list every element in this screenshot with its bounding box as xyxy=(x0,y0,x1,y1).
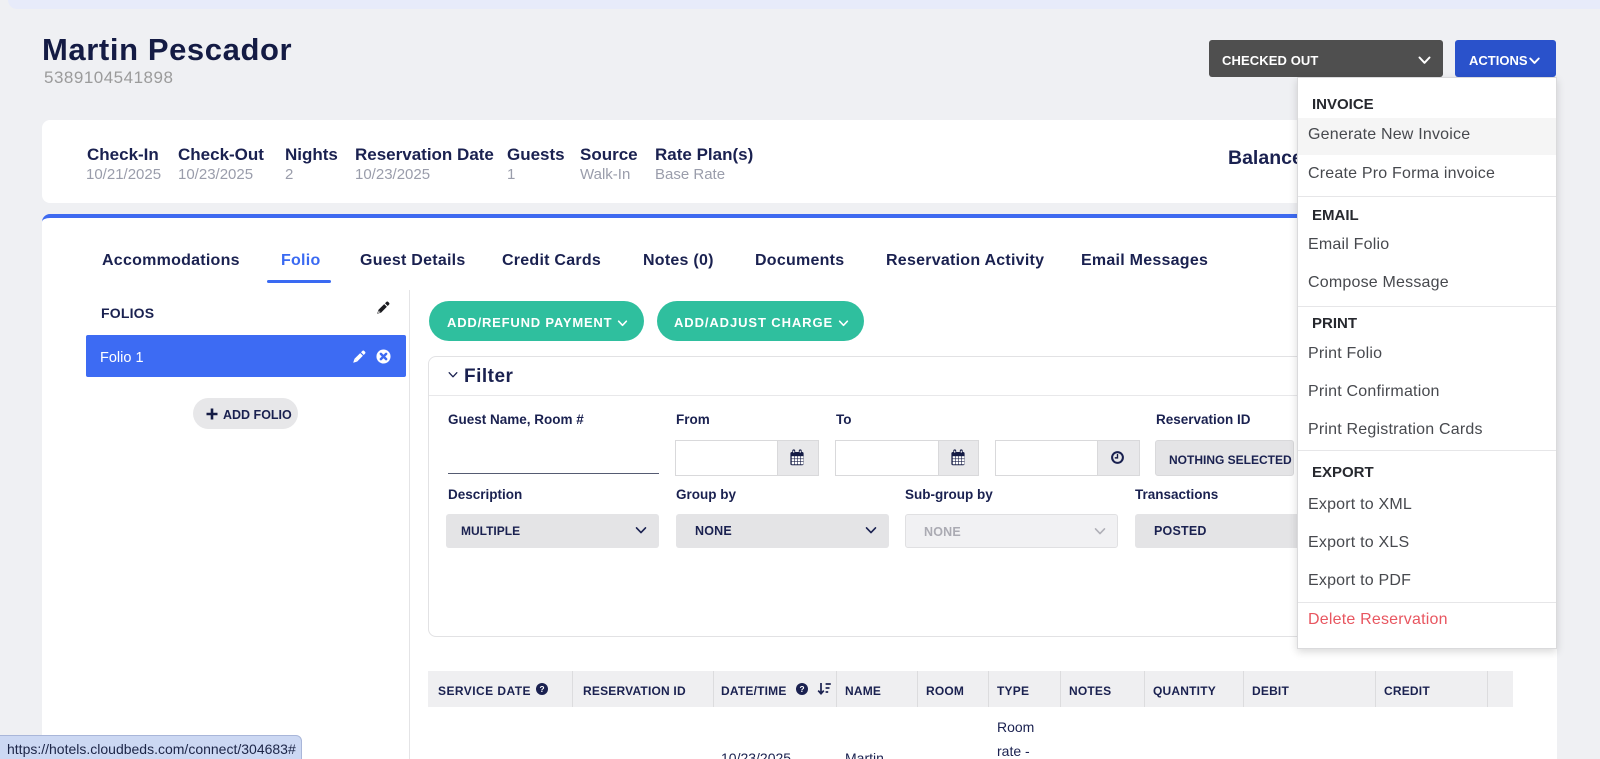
svg-text:?: ? xyxy=(799,684,804,694)
svg-text:?: ? xyxy=(539,684,544,694)
